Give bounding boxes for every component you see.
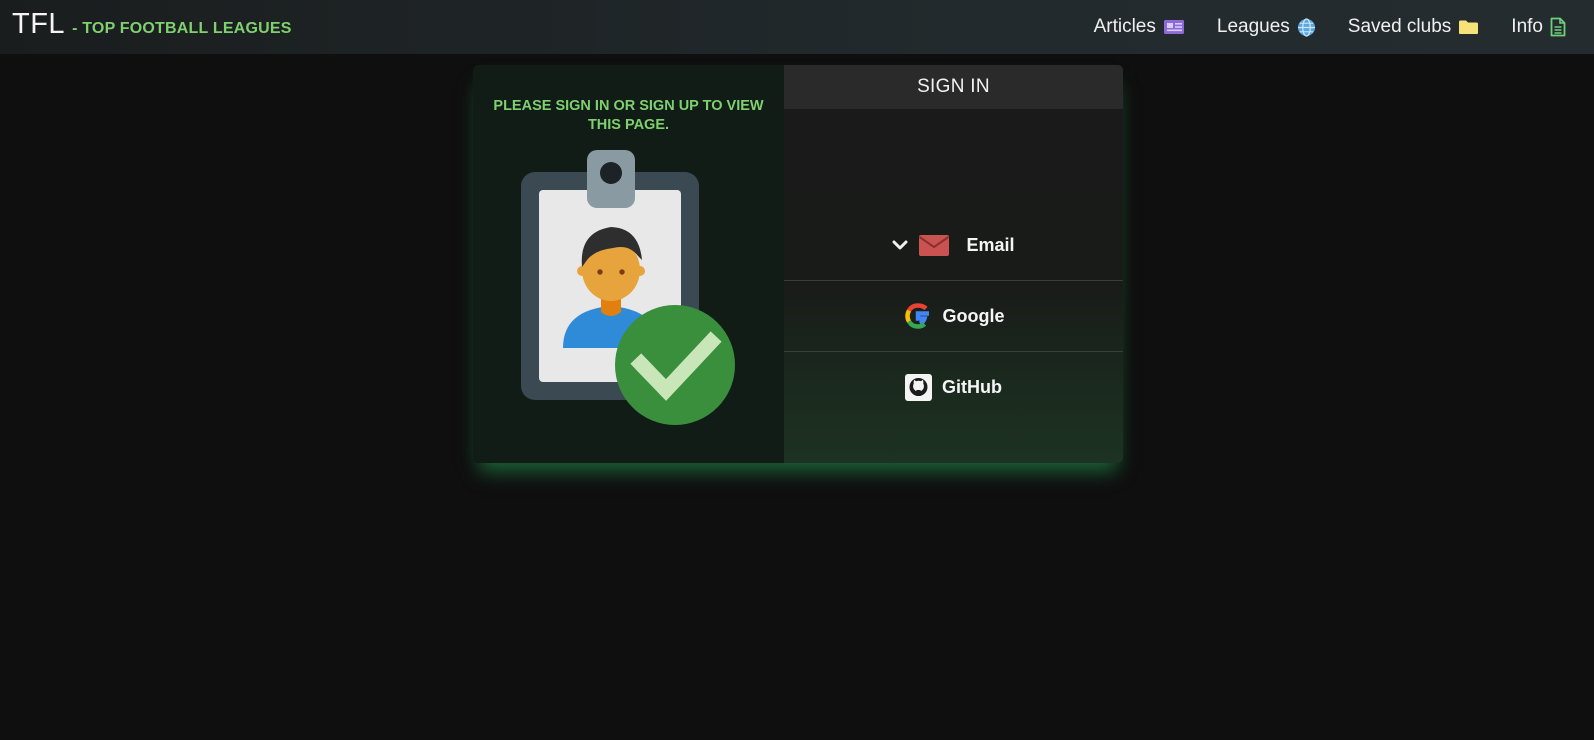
top-navbar: TFL - TOP FOOTBALL LEAGUES Articles Leag… xyxy=(0,0,1594,54)
nav-links: Articles Leagues Saved clubs Info xyxy=(1094,0,1566,54)
nav-item-label: Saved clubs xyxy=(1347,16,1452,37)
google-icon xyxy=(903,301,933,331)
nav-item-label: Info xyxy=(1511,16,1543,37)
signin-panel: SIGN IN Email Google GitHub xyxy=(784,65,1123,463)
info-panel: PLEASE SIGN IN OR SIGN UP TO VIEW THIS P… xyxy=(473,65,784,463)
id-badge-checkmark-illustration xyxy=(521,150,741,445)
signin-card: PLEASE SIGN IN OR SIGN UP TO VIEW THIS P… xyxy=(473,65,1123,463)
google-signin-button[interactable]: Google xyxy=(784,281,1123,352)
google-signin-label: Google xyxy=(942,305,1005,326)
signin-card-body: PLEASE SIGN IN OR SIGN UP TO VIEW THIS P… xyxy=(473,65,1123,463)
brand[interactable]: TFL - TOP FOOTBALL LEAGUES xyxy=(12,8,292,41)
folder-icon xyxy=(1458,19,1479,35)
signin-title: SIGN IN xyxy=(784,65,1123,109)
globe-icon xyxy=(1297,17,1316,37)
brand-subtitle: - TOP FOOTBALL LEAGUES xyxy=(72,20,292,37)
brand-title: TFL xyxy=(12,8,66,40)
nav-item-articles[interactable]: Articles xyxy=(1094,16,1185,38)
signin-required-message: PLEASE SIGN IN OR SIGN UP TO VIEW THIS P… xyxy=(493,98,764,133)
nav-item-leagues[interactable]: Leagues xyxy=(1217,16,1316,38)
nav-item-label: Articles xyxy=(1093,16,1156,37)
envelope-icon xyxy=(918,233,950,257)
github-icon xyxy=(905,374,932,401)
email-signin-label: Email xyxy=(966,234,1015,255)
newspaper-icon xyxy=(1163,19,1185,35)
github-signin-button[interactable]: GitHub xyxy=(784,352,1123,423)
chevron-down-icon xyxy=(892,239,908,251)
github-signin-label: GitHub xyxy=(942,377,1002,397)
nav-item-info[interactable]: Info xyxy=(1511,16,1566,38)
email-signin-button[interactable]: Email xyxy=(784,210,1123,281)
nav-item-label: Leagues xyxy=(1216,16,1290,37)
nav-item-saved-clubs[interactable]: Saved clubs xyxy=(1348,16,1480,38)
document-icon xyxy=(1550,17,1566,37)
